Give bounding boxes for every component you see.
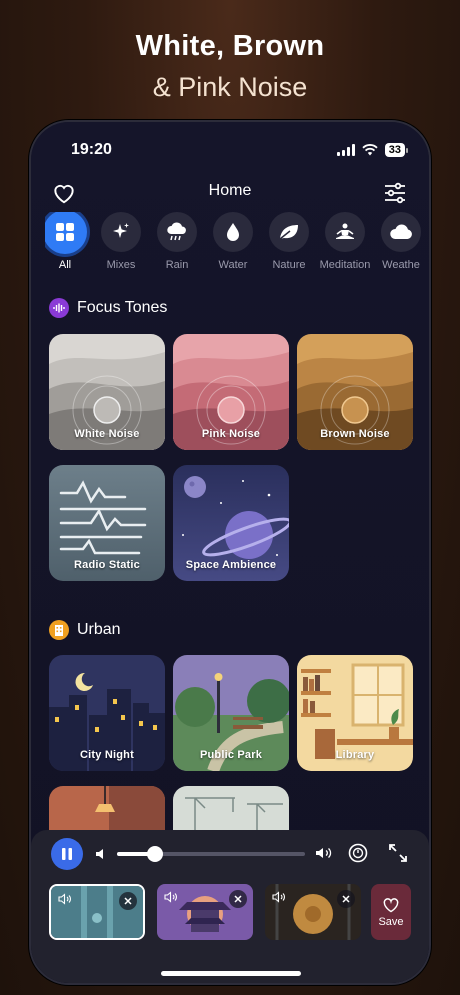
mix-slot-3[interactable] [265, 884, 361, 940]
promo-subtitle: & Pink Noise [152, 72, 308, 102]
section-title: Focus Tones [77, 299, 168, 316]
sparkles-icon [113, 223, 129, 238]
card-radio-static[interactable]: Radio Static [49, 465, 165, 581]
card-label: City Night [80, 749, 134, 761]
close-icon [124, 897, 132, 905]
app-screen: 19:20 33 Home All Mixes Rain Water Natur… [31, 122, 429, 983]
expand-icon[interactable] [387, 842, 409, 864]
card-space-ambience[interactable]: Space Ambience [173, 465, 289, 581]
category-rain[interactable]: Rain [157, 212, 197, 272]
card-construction-partial[interactable] [173, 786, 289, 830]
page-title: Home [208, 182, 252, 199]
pause-icon [62, 848, 72, 860]
volume-knob[interactable] [146, 846, 163, 862]
status-time: 19:20 [71, 141, 112, 158]
now-playing-panel: Save [31, 830, 429, 983]
category-label: Rain [165, 259, 189, 271]
card-label: Radio Static [74, 559, 140, 571]
volume-slider[interactable] [117, 846, 305, 862]
category-label: Weathe [382, 259, 420, 271]
leaf-icon [279, 225, 298, 240]
close-icon [342, 895, 350, 903]
remove-mix-button[interactable] [229, 890, 247, 908]
home-indicator[interactable] [161, 971, 301, 976]
section-title: Urban [77, 621, 121, 638]
mix-volume-icon[interactable] [164, 891, 178, 903]
card-label: Space Ambience [185, 559, 277, 571]
volume-low-icon [96, 849, 103, 859]
construction-artwork [173, 786, 289, 830]
battery-icon: 33 [384, 143, 409, 157]
phone-frame: 19:20 33 Home All Mixes Rain Water Natur… [29, 120, 431, 985]
card-label: Pink Noise [201, 428, 261, 440]
section-urban: Urban [49, 620, 121, 640]
category-label: Nature [272, 259, 306, 271]
promo-title: White, Brown [135, 30, 325, 62]
card-label: Library [335, 749, 375, 761]
volume-high-icon [316, 848, 332, 858]
category-all[interactable]: All [45, 212, 87, 272]
mix-volume-icon[interactable] [272, 891, 286, 903]
card-cafe-partial[interactable] [49, 786, 165, 830]
mix-volume-icon[interactable] [58, 893, 72, 905]
status-bar: 19:20 33 [71, 140, 409, 160]
card-pink-noise[interactable]: Pink Noise [173, 334, 289, 450]
remove-mix-button[interactable] [119, 892, 137, 910]
save-mix-button[interactable]: Save [371, 884, 411, 940]
signal-icon [336, 144, 355, 156]
category-label: Mixes [106, 259, 136, 271]
rain-cloud-icon [167, 222, 186, 241]
category-meditation[interactable]: Meditation [320, 212, 370, 272]
waveform-icon [49, 298, 69, 318]
remove-mix-button[interactable] [337, 890, 355, 908]
card-brown-noise[interactable]: Brown Noise [297, 334, 413, 450]
category-label: Water [218, 259, 248, 271]
water-drop-icon [227, 223, 239, 241]
filter-sliders-icon[interactable] [383, 182, 407, 204]
card-public-park[interactable]: Public Park [173, 655, 289, 771]
wifi-icon [362, 144, 378, 156]
card-library[interactable]: Library [297, 655, 413, 771]
top-bar: Home [31, 180, 429, 210]
category-nature[interactable]: Nature [269, 212, 309, 272]
category-water[interactable]: Water [213, 212, 253, 272]
card-white-noise[interactable]: White Noise [49, 334, 165, 450]
category-label: Meditation [319, 259, 371, 271]
timer-icon[interactable] [347, 842, 369, 864]
category-bar: All Mixes Rain Water Nature Meditation W… [45, 212, 429, 272]
section-focus-tones: Focus Tones [49, 298, 167, 318]
card-city-night[interactable]: City Night [49, 655, 165, 771]
category-label: All [58, 259, 72, 271]
close-icon [234, 895, 242, 903]
heart-icon [383, 897, 399, 912]
card-label: Brown Noise [320, 428, 390, 440]
grid-icon [56, 223, 74, 241]
card-label: Public Park [199, 749, 263, 761]
mix-slot-2[interactable] [157, 884, 253, 940]
category-mixes[interactable]: Mixes [101, 212, 141, 272]
cafe-artwork [49, 786, 165, 830]
pause-button[interactable] [51, 838, 83, 870]
meditation-icon [336, 223, 354, 239]
cloud-icon [390, 224, 412, 239]
mix-slot-1[interactable] [49, 884, 145, 940]
category-weather[interactable]: Weathe [381, 212, 421, 272]
card-label: White Noise [74, 428, 140, 440]
save-label: Save [378, 915, 404, 928]
building-icon [49, 620, 69, 640]
